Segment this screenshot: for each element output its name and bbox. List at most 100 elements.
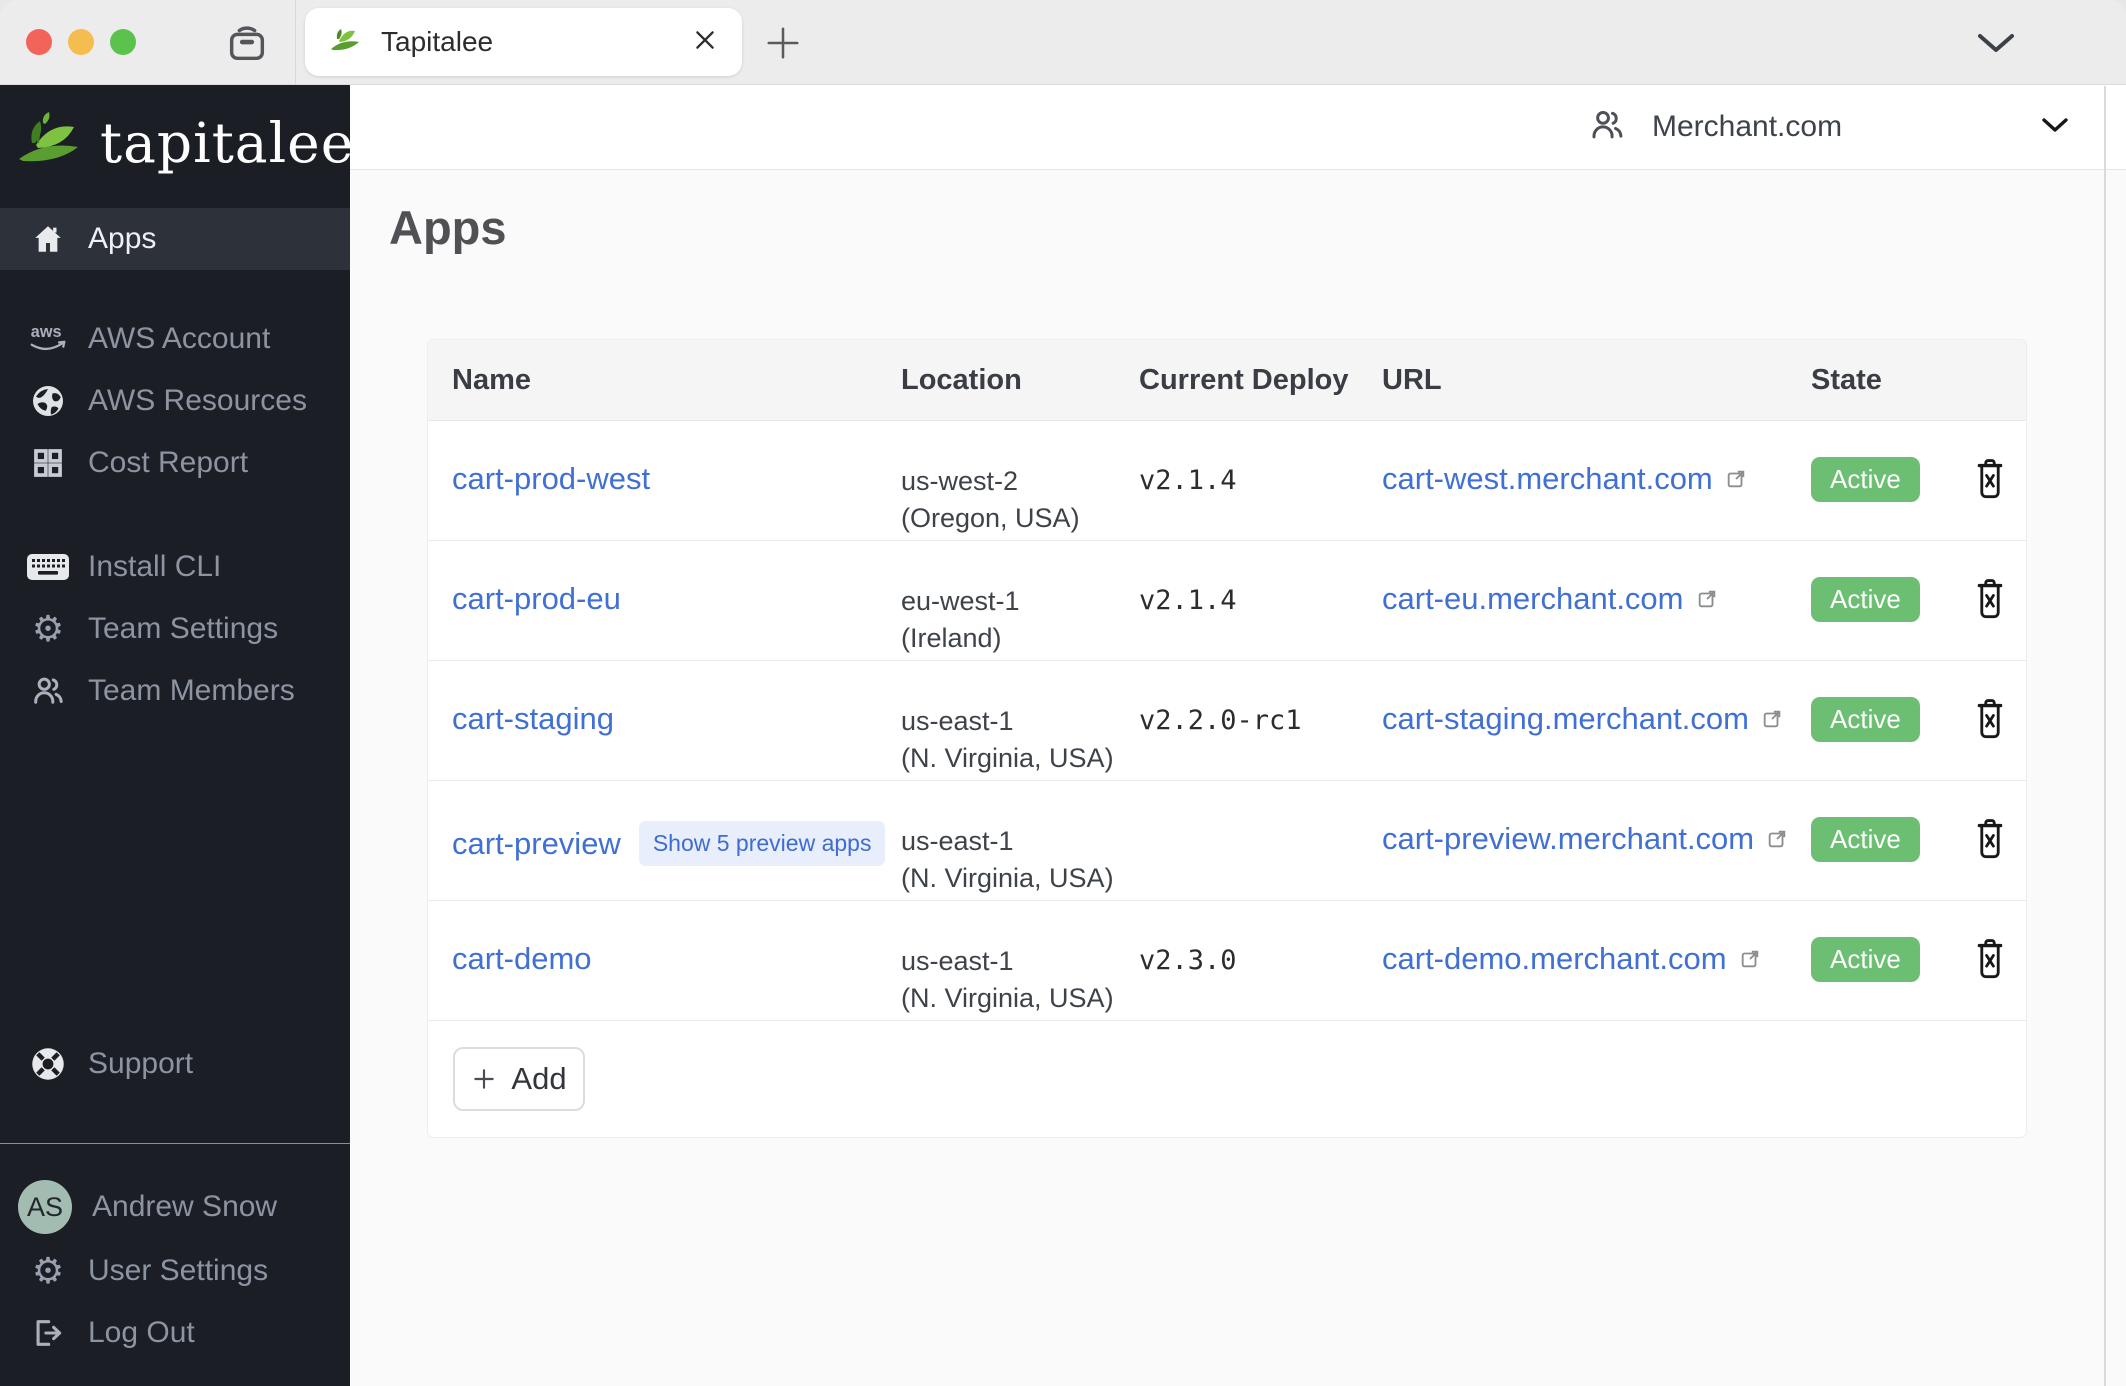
delete-app-button[interactable] — [1973, 937, 2007, 983]
zoom-window-button[interactable] — [110, 29, 136, 55]
page-title: Apps — [389, 201, 507, 254]
app-url-link[interactable]: cart-west.merchant.com — [1382, 461, 1747, 497]
browser-chrome: Tapitalee — [0, 0, 2126, 85]
col-url: URL — [1382, 363, 1442, 396]
status-badge: Active — [1811, 697, 1920, 742]
app-name-link[interactable]: cart-preview — [452, 826, 621, 862]
chrome-divider — [295, 0, 296, 85]
col-name: Name — [452, 363, 531, 396]
brand-logo[interactable]: tapitalee — [0, 85, 353, 200]
sidebar-item-team-settings[interactable]: ⚙ Team Settings — [0, 598, 350, 660]
sidebar-item-label: AWS Resources — [88, 384, 307, 417]
brand-name: tapitalee — [100, 110, 355, 175]
app-location: us-east-1 (N. Virginia, USA) — [901, 826, 1114, 893]
apps-table: Name Location Current Deploy URL State c… — [427, 339, 2027, 1138]
close-window-button[interactable] — [26, 29, 52, 55]
new-tab-icon[interactable] — [762, 22, 804, 64]
sidebar-item-label: Cost Report — [88, 446, 249, 479]
sidebar-item-label: Support — [88, 1047, 194, 1080]
gear-icon: ⚙ — [31, 1250, 65, 1291]
trash-x-icon — [1977, 579, 2003, 619]
status-badge: Active — [1811, 937, 1920, 982]
status-badge: Active — [1811, 577, 1920, 622]
sidebar-item-label: Apps — [88, 222, 157, 255]
status-badge: Active — [1811, 817, 1920, 862]
sidebar-user[interactable]: AS Andrew Snow — [0, 1174, 350, 1240]
app-name-link[interactable]: cart-prod-west — [452, 461, 650, 497]
table-row: cart-prod-west us-west-2 (Oregon, USA) v2… — [428, 421, 2026, 541]
delete-app-button[interactable] — [1973, 457, 2007, 503]
app-name-link[interactable]: cart-prod-eu — [452, 581, 621, 617]
sidebar-item-label: User Settings — [88, 1254, 269, 1287]
table-row: cart-staging us-east-1 (N. Virginia, USA)… — [428, 661, 2026, 781]
window-controls — [26, 29, 136, 55]
add-app-button[interactable]: Add — [453, 1047, 585, 1111]
app-url-link[interactable]: cart-demo.merchant.com — [1382, 941, 1761, 977]
trash-x-icon — [1977, 939, 2003, 979]
sidebar-item-user-settings[interactable]: ⚙ User Settings — [0, 1240, 350, 1302]
trash-x-icon — [1977, 699, 2003, 739]
topbar: Merchant.com — [350, 85, 2126, 170]
sidebar-item-label: Team Members — [88, 674, 295, 707]
app-url-link[interactable]: cart-staging.merchant.com — [1382, 701, 1783, 737]
sidebar-item-aws-resources[interactable]: AWS Resources — [0, 370, 350, 432]
gear-icon: ⚙ — [31, 608, 65, 649]
add-button-label: Add — [511, 1061, 567, 1096]
globe-icon — [26, 383, 70, 419]
leaf-logo-icon — [16, 109, 88, 176]
account-name: Merchant.com — [1652, 110, 1843, 143]
tab-title: Tapitalee — [381, 26, 494, 57]
delete-app-button[interactable] — [1973, 577, 2007, 623]
external-link-icon — [1741, 950, 1758, 968]
app-deploy-version: v2.1.4 — [1139, 585, 1237, 616]
sidebar: tapitalee Apps aws AWS Account AWS Resou… — [0, 85, 353, 1386]
sidebar-item-apps[interactable]: Apps — [0, 208, 350, 270]
trash-x-icon — [1977, 819, 2003, 859]
account-chevron-down-icon — [2040, 116, 2070, 139]
sidebar-item-install-cli[interactable]: Install CLI — [0, 536, 350, 598]
app-deploy-version: v2.1.4 — [1139, 465, 1237, 496]
plus-icon — [474, 1069, 495, 1089]
main-content: Apps Name Location Current Deploy URL St… — [350, 170, 2126, 1386]
grid-icon — [26, 446, 70, 480]
sidebar-item-label: Log Out — [88, 1316, 195, 1349]
app-location: eu-west-1 (Ireland) — [901, 586, 1020, 653]
external-link-icon — [1727, 470, 1745, 488]
tapitalee-favicon-icon — [329, 25, 363, 60]
tab-overview-icon[interactable] — [224, 20, 270, 71]
sidebar-item-team-members[interactable]: Team Members — [0, 660, 350, 722]
app-location: us-west-2 (Oregon, USA) — [901, 466, 1080, 533]
delete-app-button[interactable] — [1973, 697, 2007, 743]
external-link-icon — [1768, 830, 1786, 848]
sidebar-item-label: Team Settings — [88, 612, 279, 645]
app-deploy-version — [1139, 781, 1382, 825]
scrollbar-track[interactable] — [2104, 86, 2106, 1386]
col-location: Location — [901, 363, 1022, 396]
delete-app-button[interactable] — [1973, 817, 2007, 863]
table-header: Name Location Current Deploy URL State — [428, 340, 2026, 421]
app-url-link[interactable]: cart-eu.merchant.com — [1382, 581, 1718, 617]
app-name-link[interactable]: cart-demo — [452, 941, 592, 977]
app-url-link[interactable]: cart-preview.merchant.com — [1382, 821, 1788, 857]
sidebar-item-log-out[interactable]: Log Out — [0, 1302, 350, 1364]
app-window: Tapitalee tapitalee Apps aws AWS Account… — [0, 0, 2126, 1386]
account-selector[interactable]: Merchant.com — [1588, 85, 2070, 169]
sidebar-item-cost-report[interactable]: Cost Report — [0, 432, 350, 494]
browser-tab[interactable]: Tapitalee — [305, 8, 742, 76]
keyboard-icon — [26, 550, 70, 584]
sidebar-item-support[interactable]: Support — [0, 1033, 350, 1095]
home-icon — [26, 222, 70, 256]
app-deploy-version: v2.2.0-rc1 — [1139, 705, 1302, 736]
close-tab-icon[interactable] — [692, 27, 718, 58]
sidebar-item-label: AWS Account — [88, 322, 271, 355]
svg-text:aws: aws — [31, 323, 62, 341]
col-deploy: Current Deploy — [1139, 363, 1349, 396]
chrome-chevron-down-icon[interactable] — [1976, 32, 2016, 59]
minimize-window-button[interactable] — [68, 29, 94, 55]
sidebar-item-aws-account[interactable]: aws AWS Account — [0, 308, 350, 370]
app-location: us-east-1 (N. Virginia, USA) — [901, 946, 1114, 1013]
show-preview-apps-chip[interactable]: Show 5 preview apps — [638, 821, 886, 866]
table-row: cart-demo us-east-1 (N. Virginia, USA) v2… — [428, 901, 2026, 1021]
app-name-link[interactable]: cart-staging — [452, 701, 614, 737]
